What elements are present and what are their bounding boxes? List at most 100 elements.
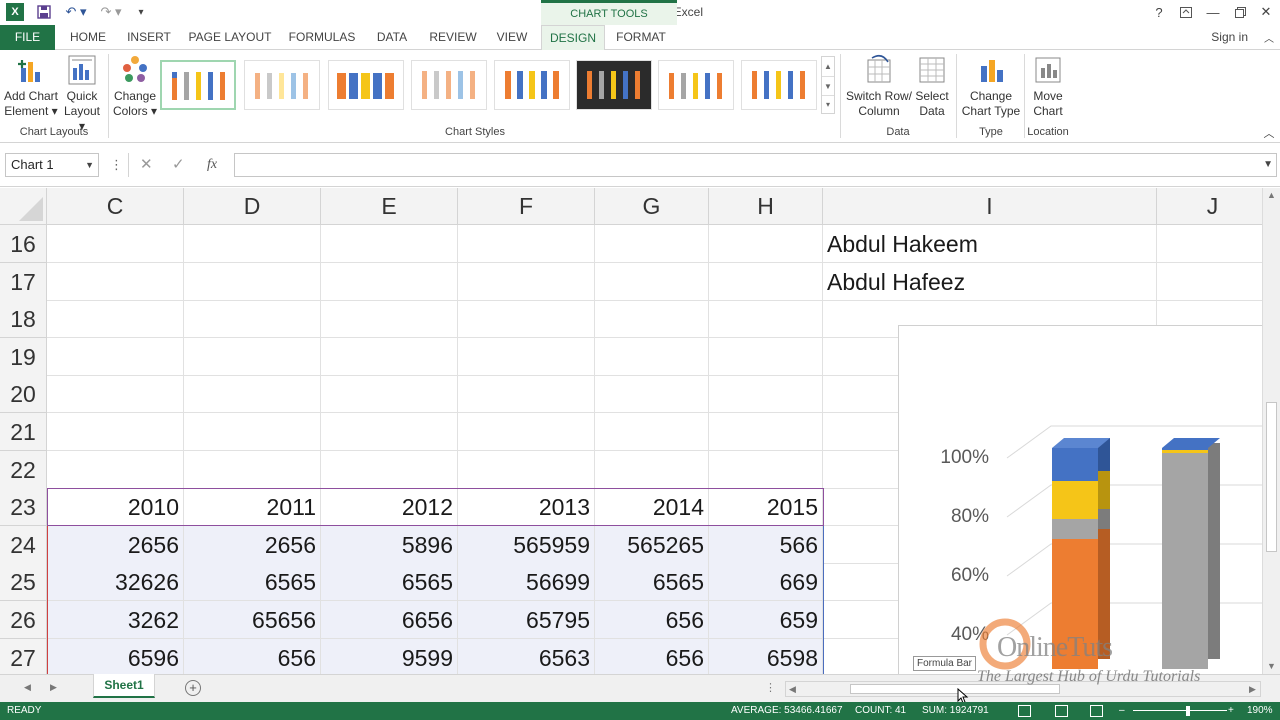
cell-f17[interactable] [458, 262, 595, 301]
tab-view[interactable]: VIEW [490, 25, 534, 50]
cell-h25[interactable]: 669 [709, 563, 823, 602]
select-data-button[interactable]: Select Data [912, 54, 952, 119]
ribbon-display-icon[interactable] [1178, 3, 1194, 21]
cell-f24[interactable]: 565959 [458, 525, 595, 564]
cell-d23[interactable]: 2011 [184, 488, 321, 527]
row-header-21[interactable]: 21 [0, 413, 47, 451]
cell-g23[interactable]: 2014 [595, 488, 709, 527]
sheet-tab-sheet1[interactable]: Sheet1 [93, 674, 155, 698]
cell-c22[interactable] [47, 450, 184, 489]
cell-c16[interactable] [47, 225, 184, 263]
row-header-25[interactable]: 25 [0, 563, 47, 602]
cell-f16[interactable] [458, 225, 595, 263]
row-header-22[interactable]: 22 [0, 450, 47, 489]
tab-formulas[interactable]: FORMULAS [285, 25, 359, 50]
page-layout-view-icon[interactable] [1055, 705, 1068, 717]
cell-g20[interactable] [595, 375, 709, 414]
column-header-d[interactable]: D [184, 188, 321, 225]
name-box[interactable]: Chart 1 ▼ [5, 153, 99, 177]
cell-h20[interactable] [709, 375, 823, 414]
switch-row-column-button[interactable]: Switch Row/ Column [844, 54, 914, 119]
tab-review[interactable]: REVIEW [425, 25, 481, 50]
chart-style-5[interactable] [494, 60, 570, 110]
column-header-j[interactable]: J [1157, 188, 1262, 225]
cell-f26[interactable]: 65795 [458, 601, 595, 639]
add-chart-element-button[interactable]: Add Chart Element ▾ [2, 54, 60, 119]
insert-function-icon[interactable]: fx [207, 153, 217, 177]
zoom-in-icon[interactable]: + [1228, 702, 1234, 720]
more-options-icon[interactable]: ⋮ [110, 153, 123, 177]
cell-f18[interactable] [458, 300, 595, 339]
cell-g17[interactable] [595, 262, 709, 301]
cell-e22[interactable] [321, 450, 458, 489]
cell-f25[interactable]: 56699 [458, 563, 595, 602]
cell-d25[interactable]: 6565 [184, 563, 321, 602]
new-sheet-icon[interactable]: + [185, 680, 201, 696]
cell-e19[interactable] [321, 337, 458, 376]
cell-h17[interactable] [709, 262, 823, 301]
cell-j16[interactable] [1157, 225, 1262, 263]
collapse-ribbon-icon[interactable]: ︿ [1261, 28, 1277, 46]
minimize-icon[interactable]: — [1205, 3, 1221, 21]
row-header-23[interactable]: 23 [0, 488, 47, 527]
column-header-c[interactable]: C [47, 188, 184, 225]
select-all-button[interactable] [0, 188, 47, 225]
zoom-out-icon[interactable]: – [1119, 702, 1125, 720]
cell-h19[interactable] [709, 337, 823, 376]
cell-f27[interactable]: 6563 [458, 638, 595, 674]
column-header-e[interactable]: E [321, 188, 458, 225]
cell-h26[interactable]: 659 [709, 601, 823, 639]
cell-e26[interactable]: 6656 [321, 601, 458, 639]
cell-c27[interactable]: 6596 [47, 638, 184, 674]
vertical-scroll-thumb[interactable] [1266, 402, 1277, 552]
cell-f19[interactable] [458, 337, 595, 376]
zoom-level[interactable]: 190% [1247, 702, 1273, 720]
cell-h18[interactable] [709, 300, 823, 339]
scroll-right-icon[interactable]: ▶ [1249, 684, 1256, 695]
tab-page-layout[interactable]: PAGE LAYOUT [184, 25, 276, 50]
sign-in-link[interactable]: Sign in [1211, 30, 1248, 44]
horizontal-scrollbar[interactable]: ◀ ▶ [785, 681, 1261, 697]
close-icon[interactable]: ✕ [1258, 3, 1274, 21]
expand-formula-bar-icon[interactable]: ▼ [1263, 159, 1273, 170]
cell-e23[interactable]: 2012 [321, 488, 458, 527]
tab-design[interactable]: DESIGN [541, 25, 605, 51]
cell-h27[interactable]: 6598 [709, 638, 823, 674]
tab-file[interactable]: FILE [0, 25, 55, 50]
cell-d19[interactable] [184, 337, 321, 376]
cell-e21[interactable] [321, 413, 458, 451]
cell-c17[interactable] [47, 262, 184, 301]
cell-g24[interactable]: 565265 [595, 525, 709, 564]
cell-e16[interactable] [321, 225, 458, 263]
scroll-up-icon[interactable]: ▲ [1267, 190, 1276, 200]
restore-icon[interactable] [1232, 3, 1248, 21]
chart-style-3[interactable] [328, 60, 404, 110]
column-header-i[interactable]: I [823, 188, 1157, 225]
cell-h23[interactable]: 2015 [709, 488, 823, 527]
tab-insert[interactable]: INSERT [122, 25, 176, 50]
cell-g26[interactable]: 656 [595, 601, 709, 639]
cell-e25[interactable]: 6565 [321, 563, 458, 602]
cell-j17[interactable] [1157, 263, 1262, 301]
cell-g22[interactable] [595, 450, 709, 489]
cell-d22[interactable] [184, 450, 321, 489]
row-header-16[interactable]: 16 [0, 225, 47, 263]
chart-style-6[interactable] [576, 60, 652, 110]
cell-c18[interactable] [47, 300, 184, 339]
cell-c26[interactable]: 3262 [47, 601, 184, 639]
cell-e17[interactable] [321, 262, 458, 301]
scroll-left-icon[interactable]: ◀ [789, 684, 796, 695]
gallery-down-icon[interactable]: ▼ [822, 76, 834, 95]
help-icon[interactable]: ? [1151, 3, 1167, 21]
chart-style-2[interactable] [244, 60, 320, 110]
cell-d27[interactable]: 656 [184, 638, 321, 674]
quick-layout-button[interactable]: Quick Layout ▾ [60, 54, 104, 134]
cell-c23[interactable]: 2010 [47, 488, 184, 527]
cell-d24[interactable]: 2656 [184, 525, 321, 564]
horizontal-scroll-thumb[interactable] [850, 684, 1060, 694]
change-chart-type-button[interactable]: Change Chart Type [960, 54, 1022, 119]
chart-style-7[interactable] [658, 60, 734, 110]
chart-style-gallery-scroll[interactable]: ▲ ▼ ▾ [821, 56, 835, 114]
customize-icon[interactable]: ▾ [134, 3, 148, 21]
redo-icon[interactable]: ↷ ▾ [98, 3, 124, 21]
